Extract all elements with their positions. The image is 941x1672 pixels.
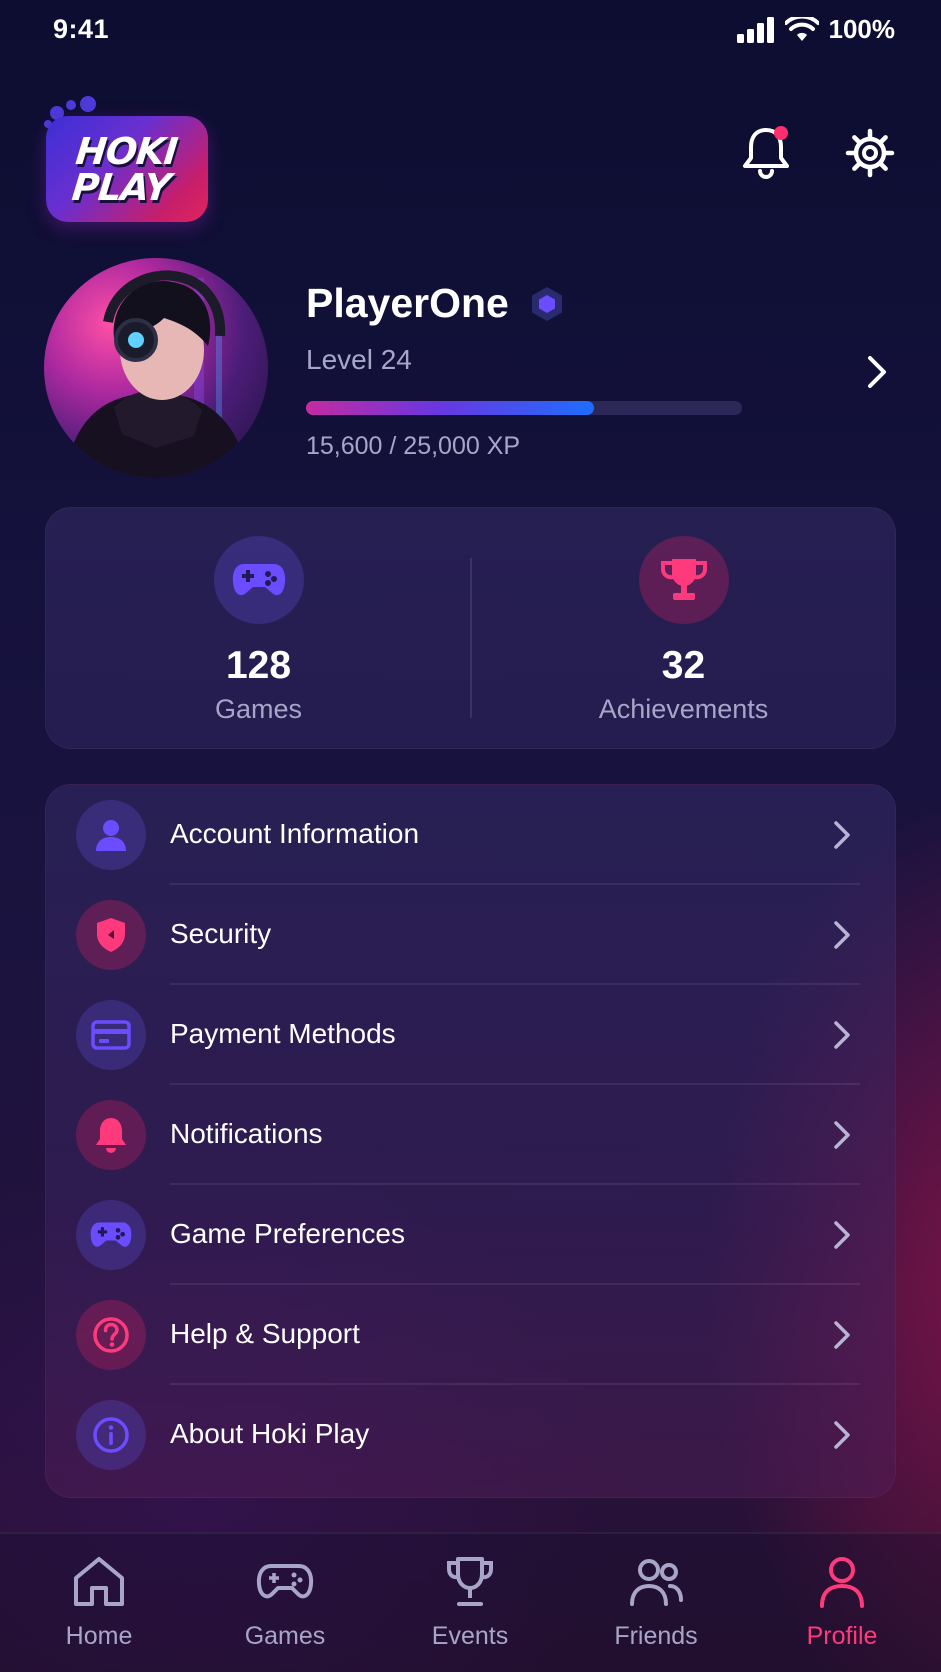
stat-label: Games <box>214 694 303 724</box>
profile-level: Level 24 <box>306 344 412 375</box>
app-logo: HOKI PLAY <box>44 96 210 224</box>
chevron-right-icon <box>834 1321 850 1349</box>
chevron-right-icon <box>834 1021 850 1049</box>
gamepad-icon <box>213 536 304 624</box>
menu-label: Notifications <box>170 1118 323 1149</box>
bell-icon <box>76 1100 146 1170</box>
status-time: 9:41 <box>53 14 110 44</box>
avatar[interactable] <box>44 258 268 478</box>
xp-progress-bar <box>306 401 742 415</box>
xp-progress-fill <box>306 401 594 415</box>
credit-card-icon <box>76 1000 146 1070</box>
profile-icon <box>820 1557 864 1608</box>
user-icon <box>76 800 146 870</box>
trophy-icon <box>447 1557 493 1606</box>
chevron-right-icon <box>834 821 850 849</box>
settings-button[interactable] <box>845 128 895 178</box>
home-icon <box>74 1557 124 1606</box>
notifications-button[interactable] <box>740 124 792 180</box>
stat-value: 128 <box>225 644 292 687</box>
menu-item-notifications[interactable]: Notifications <box>46 1085 897 1185</box>
stat-games[interactable]: 128 Games <box>46 508 471 750</box>
menu-item-help-support[interactable]: Help & Support <box>46 1285 897 1385</box>
wifi-icon <box>784 16 819 41</box>
menu-label: Payment Methods <box>170 1018 396 1049</box>
profile-name-row: PlayerOne <box>306 280 565 327</box>
status-bar: 9:41 100% <box>0 0 941 62</box>
menu-label: Game Preferences <box>170 1218 405 1249</box>
chevron-right-icon <box>834 1421 850 1449</box>
status-indicators: 100% <box>736 14 896 45</box>
profile-name: PlayerOne <box>306 280 509 326</box>
menu-label: About Hoki Play <box>170 1418 370 1449</box>
avatar-illustration <box>64 270 249 478</box>
chevron-right-icon <box>868 356 886 388</box>
chevron-right-icon <box>834 1121 850 1149</box>
menu-item-game-preferences[interactable]: Game Preferences <box>46 1185 897 1285</box>
shield-icon <box>76 900 146 970</box>
menu-label: Account Information <box>170 818 420 849</box>
settings-menu: Account Information Security Payment Met… <box>45 784 896 1498</box>
notification-badge <box>774 126 788 140</box>
signal-icon <box>736 16 774 43</box>
menu-label: Security <box>170 918 272 949</box>
chevron-right-icon <box>834 1221 850 1249</box>
friends-icon <box>630 1559 683 1606</box>
verified-badge-icon <box>531 286 562 321</box>
nav-home[interactable]: Home <box>29 1554 169 1651</box>
menu-item-security[interactable]: Security <box>46 885 897 985</box>
nav-events[interactable]: Events <box>400 1554 540 1651</box>
nav-games[interactable]: Games <box>215 1554 355 1651</box>
stat-label: Achievements <box>598 694 769 724</box>
menu-item-payment-methods[interactable]: Payment Methods <box>46 985 897 1085</box>
profile-details-button[interactable] <box>864 352 890 392</box>
chevron-right-icon <box>834 921 850 949</box>
info-icon <box>76 1400 146 1470</box>
nav-label: Home <box>65 1622 133 1650</box>
stat-value: 32 <box>661 644 706 687</box>
menu-item-account-information[interactable]: Account Information <box>46 785 897 885</box>
gamepad-icon <box>256 1564 314 1599</box>
menu-label: Help & Support <box>170 1318 360 1349</box>
nav-label: Friends <box>614 1622 698 1650</box>
gamepad-icon <box>76 1200 146 1270</box>
nav-friends[interactable]: Friends <box>586 1554 726 1651</box>
stats-card: 128 Games 32 Achievements <box>45 507 896 749</box>
gear-icon <box>845 128 895 178</box>
nav-label: Events <box>431 1622 509 1650</box>
xp-text: 15,600 / 25,000 XP <box>306 432 521 460</box>
trophy-icon <box>638 536 729 624</box>
nav-label: Games <box>244 1622 326 1650</box>
stat-achievements[interactable]: 32 Achievements <box>471 508 896 750</box>
nav-label: Profile <box>806 1622 878 1650</box>
battery-percent: 100% <box>828 14 896 44</box>
logo-text-line1: HOKI <box>73 130 180 173</box>
help-icon <box>76 1300 146 1370</box>
logo-text-line2: PLAY <box>69 166 173 209</box>
nav-profile[interactable]: Profile <box>772 1554 912 1651</box>
bottom-navigation: Home Games Events Friends Profile <box>0 1532 941 1672</box>
menu-item-about[interactable]: About Hoki Play <box>46 1385 897 1485</box>
